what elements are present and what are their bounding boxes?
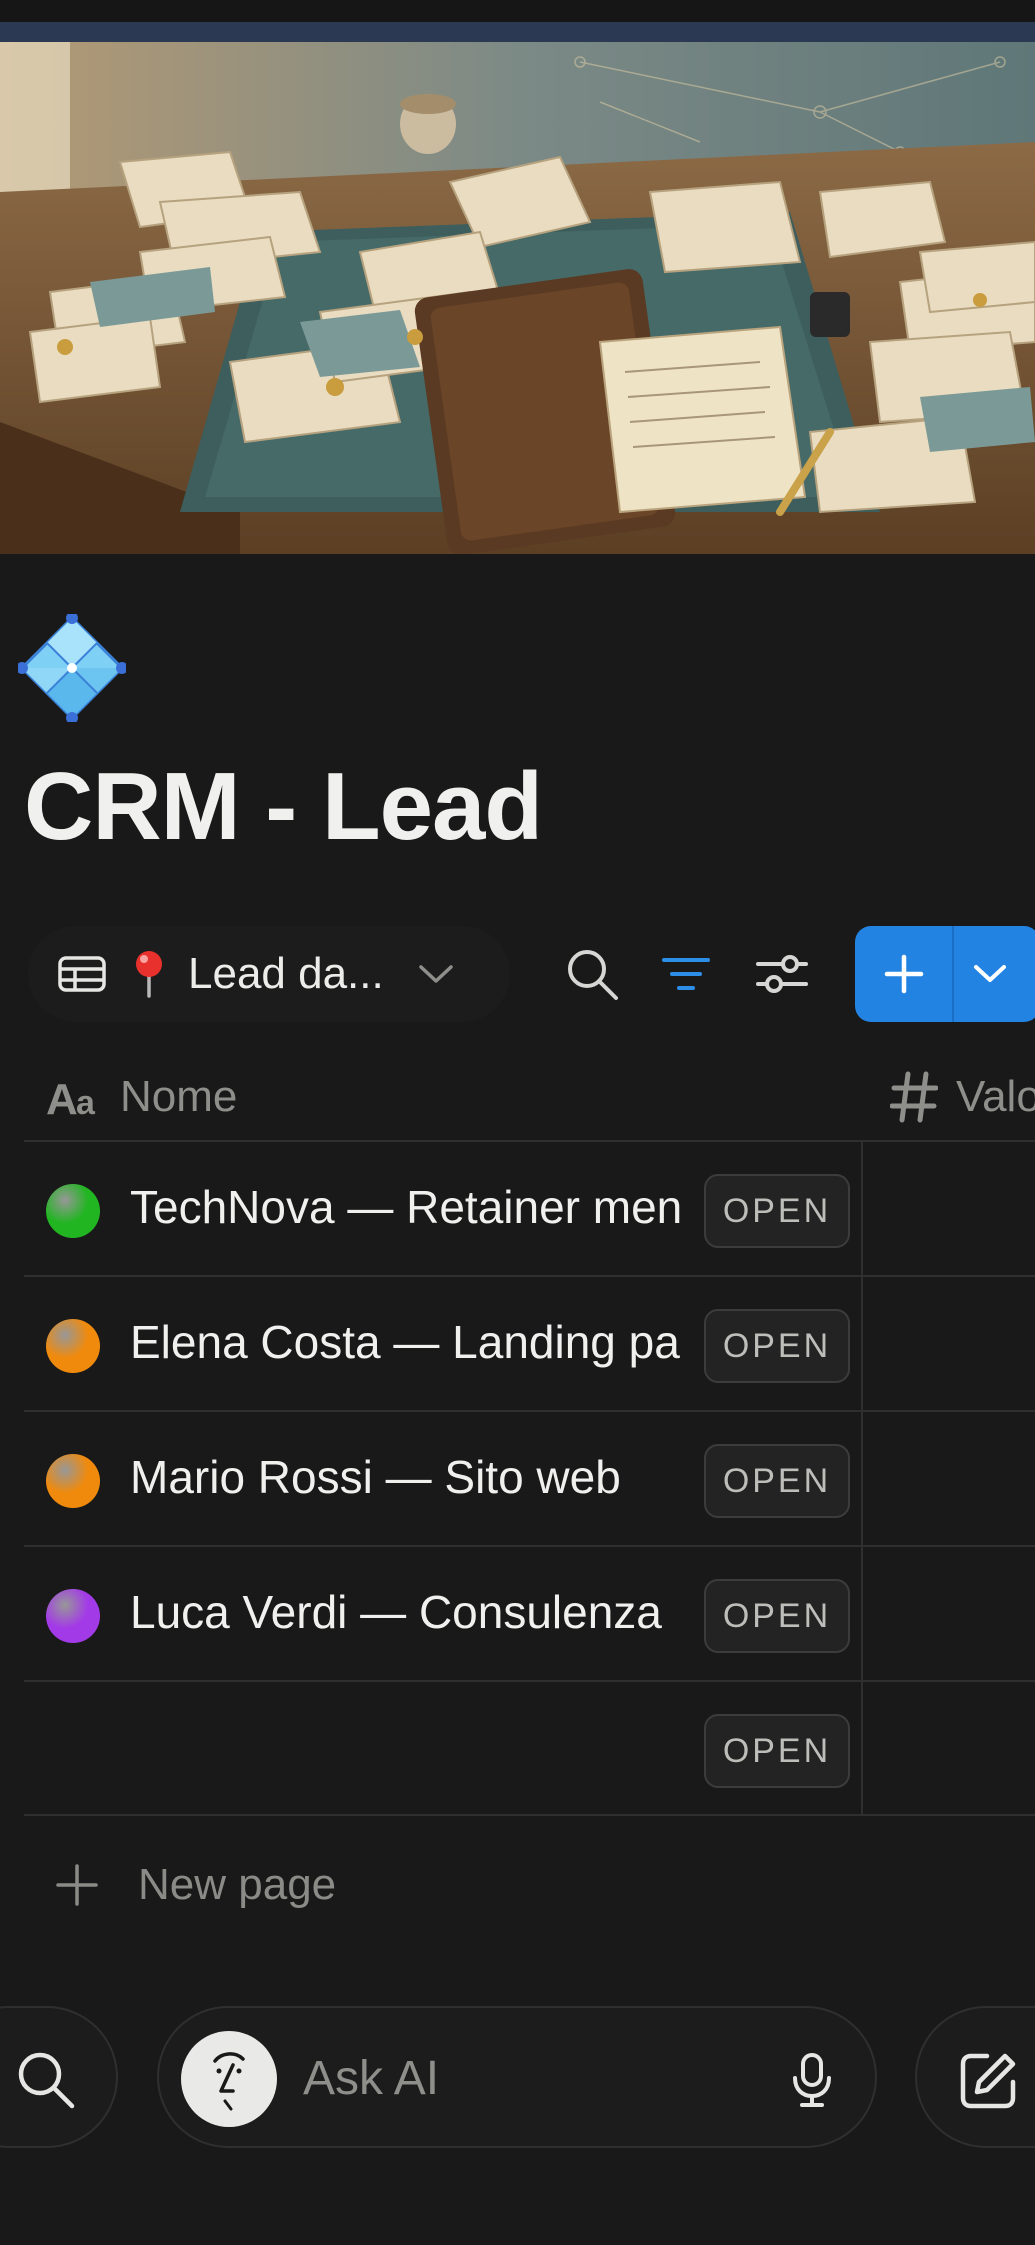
column-header-valore[interactable]: Valo <box>890 1054 1035 1140</box>
table-row[interactable]: TechNova — Retainer men OPEN <box>24 1140 861 1275</box>
column-label: Nome <box>120 1072 238 1121</box>
new-page-label: New page <box>138 1860 337 1909</box>
ask-ai-bar[interactable]: Ask AI <box>157 2006 877 2148</box>
notion-ai-face-icon <box>181 2031 277 2127</box>
status-dot <box>46 1454 100 1508</box>
row-name[interactable] <box>130 1680 728 1815</box>
number-property-icon <box>890 1071 938 1123</box>
plus-icon <box>884 954 923 994</box>
open-button[interactable]: OPEN <box>704 1309 850 1383</box>
chevron-down-icon <box>418 965 453 983</box>
table-icon <box>58 956 106 992</box>
new-page-button[interactable]: New page <box>54 1842 336 1928</box>
page-title[interactable]: CRM - Lead <box>24 752 543 862</box>
view-switcher[interactable]: Lead da... <box>28 926 510 1022</box>
ask-ai-label: Ask AI <box>303 2052 440 2105</box>
table-row[interactable]: Luca Verdi — Consulenza OPEN <box>24 1545 861 1680</box>
open-button[interactable]: OPEN <box>704 1444 850 1518</box>
crystal-diamond-icon[interactable] <box>16 612 128 724</box>
status-dot <box>46 1184 100 1238</box>
status-bar <box>0 0 1035 22</box>
column-divider <box>861 1140 863 1815</box>
table-row[interactable]: Mario Rossi — Sito web OPEN <box>24 1410 861 1545</box>
column-label: Valo <box>956 1072 1035 1121</box>
compose-icon <box>960 2053 1016 2109</box>
pin-icon <box>136 951 162 998</box>
plus-icon <box>56 1864 98 1906</box>
view-name: Lead da... <box>188 949 384 998</box>
row-name[interactable]: TechNova — Retainer men <box>130 1140 728 1275</box>
status-dot <box>46 1319 100 1373</box>
chevron-down-icon <box>974 965 1006 982</box>
notion-database-page: CRM - Lead Lead da... A a Nome Valo Tech… <box>0 0 1035 2245</box>
table-row[interactable]: Elena Costa — Landing pa OPEN <box>24 1275 861 1410</box>
svg-text:a: a <box>76 1084 96 1122</box>
search-icon[interactable] <box>562 944 622 1004</box>
table-row[interactable]: OPEN <box>24 1680 861 1815</box>
microphone-icon[interactable] <box>789 2052 835 2108</box>
new-button[interactable] <box>855 926 1035 1022</box>
bottom-search-button[interactable] <box>0 2006 118 2148</box>
open-button[interactable]: OPEN <box>704 1714 850 1788</box>
compose-button[interactable] <box>915 2006 1035 2148</box>
open-button[interactable]: OPEN <box>704 1174 850 1248</box>
sliders-icon[interactable] <box>752 944 812 1004</box>
new-menu-button[interactable] <box>954 926 1035 1022</box>
filter-icon[interactable] <box>656 944 716 1004</box>
top-accent-strip <box>0 22 1035 42</box>
row-name[interactable]: Luca Verdi — Consulenza <box>130 1545 728 1680</box>
row-name[interactable]: Mario Rossi — Sito web <box>130 1410 728 1545</box>
text-property-icon: A a <box>46 1075 96 1122</box>
row-divider <box>24 1814 1035 1816</box>
new-entry-button[interactable] <box>855 926 952 1022</box>
cover-image[interactable] <box>0 42 1035 554</box>
open-button[interactable]: OPEN <box>704 1579 850 1653</box>
column-header-nome[interactable]: A a Nome <box>46 1054 237 1140</box>
status-dot <box>46 1589 100 1643</box>
svg-text:A: A <box>46 1075 78 1122</box>
search-icon <box>18 2052 75 2109</box>
row-name[interactable]: Elena Costa — Landing pa <box>130 1275 728 1410</box>
